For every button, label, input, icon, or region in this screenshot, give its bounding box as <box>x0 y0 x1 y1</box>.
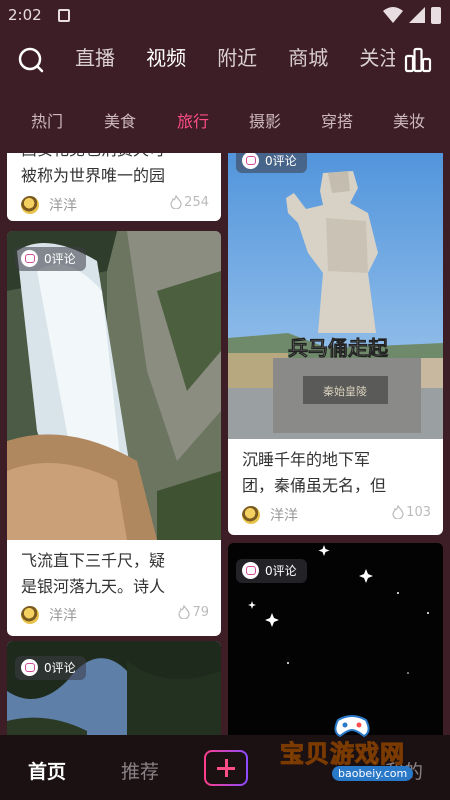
video-card[interactable]: 0评论 飞流直下三千尺，疑 是银河落九天。诗人 洋洋 79 <box>7 231 221 636</box>
avatar[interactable] <box>21 196 39 214</box>
create-post-button[interactable] <box>204 750 248 786</box>
status-time: 2:02 <box>8 6 42 24</box>
category-makeup[interactable]: 美妆 <box>393 108 425 132</box>
card-title: 西安花见也消费天可 被称为世界唯一的园 <box>21 153 211 189</box>
comment-count: 0评论 <box>44 661 76 675</box>
card-title: 沉睡千年的地下军 团，秦俑虽无名，但 <box>242 447 433 499</box>
nav-recommend[interactable]: 推荐 <box>121 757 159 784</box>
comment-icon <box>21 659 38 676</box>
category-outfit[interactable]: 穿搭 <box>321 108 353 132</box>
card-meta: 洋洋 254 <box>21 194 209 215</box>
card-title-line: 团，秦俑虽无名，但 <box>242 476 387 495</box>
flame-icon <box>178 604 191 620</box>
site-watermark: 宝贝游戏网 baobeiy.com <box>270 715 450 800</box>
comment-icon <box>242 153 259 169</box>
video-feed[interactable]: 西安花见也消费天可 被称为世界唯一的园 洋洋 254 0评论 <box>0 153 450 735</box>
comment-badge: 0评论 <box>236 153 307 173</box>
comment-badge: 0评论 <box>15 656 86 680</box>
tab-live[interactable]: 直播 <box>75 44 115 72</box>
comment-count: 0评论 <box>44 252 76 266</box>
category-food[interactable]: 美食 <box>104 108 136 132</box>
card-meta: 洋洋 79 <box>21 604 209 625</box>
author-name: 洋洋 <box>49 608 77 624</box>
video-card[interactable]: 0评论 <box>7 641 221 735</box>
category-tabs: 热门 美食 旅行 摄影 穿搭 美妆 <box>0 108 450 144</box>
card-title-line: 被称为世界唯一的园 <box>21 166 166 185</box>
card-title-line: 是银河落九天。诗人 <box>21 577 166 596</box>
plus-icon <box>206 752 246 784</box>
likes-count[interactable]: 103 <box>392 504 431 520</box>
watermark-text: 宝贝游戏网 <box>280 740 405 769</box>
likes-count[interactable]: 254 <box>170 194 209 210</box>
top-nav: 直播 视频 附近 商城 关注 <box>0 32 450 90</box>
watermark-domain: baobeiy.com <box>332 766 414 781</box>
flame-icon <box>170 194 182 210</box>
tab-video[interactable]: 视频 <box>146 44 186 72</box>
tab-follow[interactable]: 关注 <box>359 44 395 72</box>
pedestal-sign-text: 秦始皇陵 <box>323 384 367 398</box>
card-title-line: 沉睡千年的地下军 <box>242 450 371 469</box>
status-bar: 2:02 <box>0 0 450 32</box>
comment-icon <box>21 250 38 267</box>
video-card[interactable]: 秦始皇陵 兵马俑走起 0评论 沉睡千年的地下军 团，秦俑虽无名，但 洋洋 103 <box>228 153 443 535</box>
video-card[interactable]: 西安花见也消费天可 被称为世界唯一的园 洋洋 254 <box>7 153 221 221</box>
card-title-line: 西安花见也消费天可 <box>21 153 211 163</box>
category-photography[interactable]: 摄影 <box>249 108 281 132</box>
likes-count[interactable]: 79 <box>178 604 209 620</box>
avatar[interactable] <box>242 506 260 524</box>
author-name: 洋洋 <box>49 198 77 214</box>
author-name: 洋洋 <box>270 508 298 524</box>
likes-value: 79 <box>192 605 209 620</box>
nav-home[interactable]: 首页 <box>28 757 66 784</box>
notification-app-icon <box>58 9 70 22</box>
card-title-line: 飞流直下三千尺，疑 <box>21 551 166 570</box>
wifi-icon <box>383 7 403 23</box>
tab-nearby[interactable]: 附近 <box>217 44 257 72</box>
signal-icon <box>409 7 425 23</box>
ranking-icon[interactable] <box>404 47 432 73</box>
comment-icon <box>242 562 259 579</box>
card-meta: 洋洋 103 <box>242 504 431 525</box>
likes-value: 254 <box>184 195 209 210</box>
battery-icon <box>431 7 441 24</box>
image-caption-text: 兵马俑走起 <box>288 336 389 360</box>
comment-badge: 0评论 <box>15 247 86 271</box>
avatar[interactable] <box>21 606 39 624</box>
video-card[interactable]: 0评论 <box>228 543 443 735</box>
category-hot[interactable]: 热门 <box>31 108 63 132</box>
category-travel[interactable]: 旅行 <box>177 108 209 132</box>
terracotta-statue-image: 秦始皇陵 兵马俑走起 <box>228 153 443 439</box>
comment-count: 0评论 <box>265 564 297 578</box>
search-icon[interactable] <box>17 46 45 74</box>
comment-count: 0评论 <box>265 154 297 168</box>
card-title: 飞流直下三千尺，疑 是银河落九天。诗人 <box>21 548 211 600</box>
top-tabs: 直播 视频 附近 商城 关注 <box>75 44 395 72</box>
waterfall-image <box>7 231 221 540</box>
tab-mall[interactable]: 商城 <box>288 44 328 72</box>
flame-icon <box>392 504 404 520</box>
likes-value: 103 <box>406 505 431 520</box>
comment-badge: 0评论 <box>236 559 307 583</box>
